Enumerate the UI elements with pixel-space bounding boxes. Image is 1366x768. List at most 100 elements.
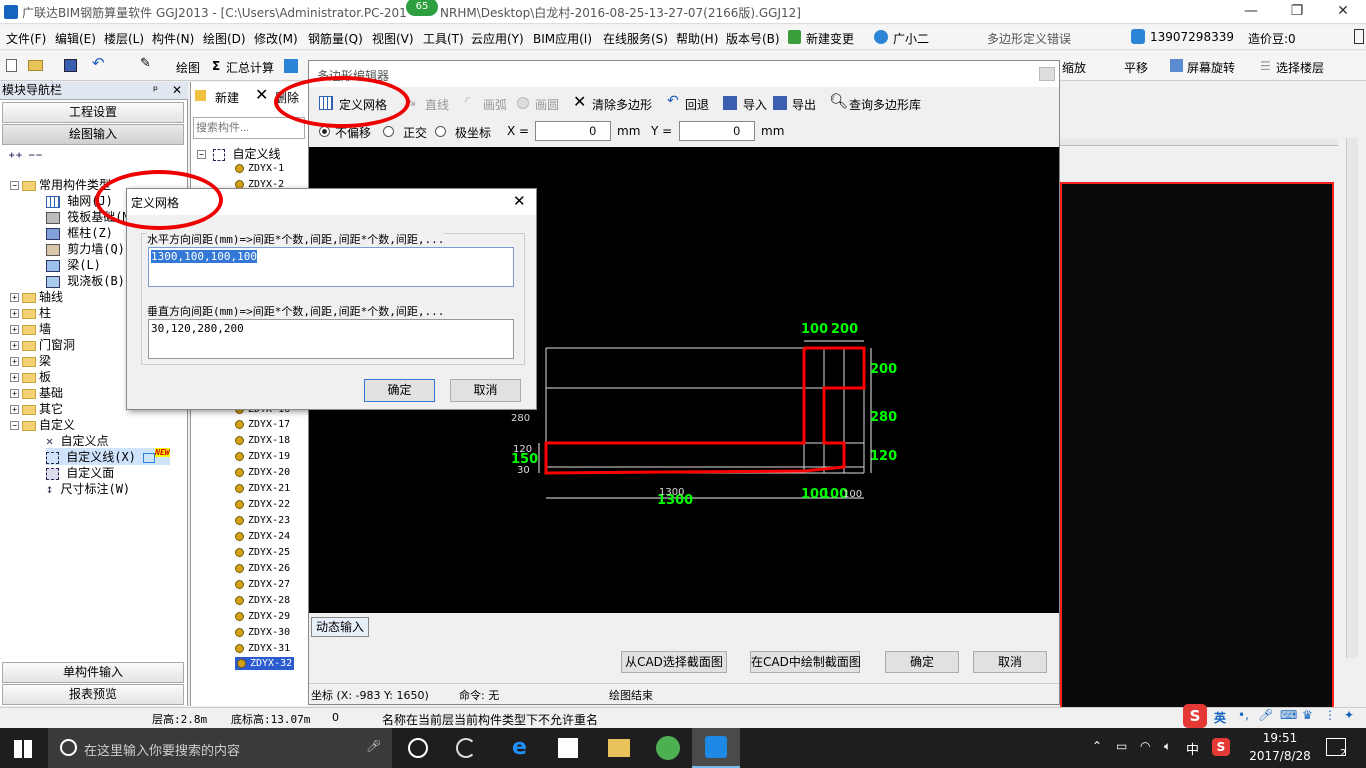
browser-360-icon[interactable] bbox=[656, 736, 680, 760]
pan-button[interactable]: 平移 bbox=[1124, 59, 1148, 76]
sogou-ime-icon[interactable]: S bbox=[1183, 704, 1207, 728]
task-view-icon[interactable] bbox=[408, 738, 428, 758]
minimize-button[interactable]: — bbox=[1228, 0, 1274, 24]
list-item[interactable]: ZDYX-19 bbox=[235, 451, 290, 462]
menu-view[interactable]: 视图(V) bbox=[372, 30, 414, 47]
list-item[interactable]: ZDYX-27 bbox=[235, 579, 290, 590]
cad-select-button[interactable]: 从CAD选择截面图 bbox=[621, 651, 727, 673]
price-beans[interactable]: 造价豆:0 bbox=[1248, 30, 1296, 47]
collapse-toggle-icon[interactable]: − bbox=[197, 150, 206, 159]
list-item[interactable]: ZDYX-25 bbox=[235, 547, 290, 558]
component-search-input[interactable] bbox=[193, 117, 305, 139]
tree-folder-axis[interactable]: + 轴线 bbox=[10, 288, 63, 305]
ime-toolbox-icon[interactable]: ⋮ bbox=[1324, 708, 1336, 722]
dialog-ok-button[interactable]: 确定 bbox=[364, 379, 435, 402]
store-icon[interactable] bbox=[558, 738, 578, 758]
new-component-button[interactable]: 新建 bbox=[215, 89, 239, 106]
ime-settings-icon[interactable]: ✦ bbox=[1344, 708, 1354, 722]
taskbar-search-box[interactable]: 在这里输入你要搜索的内容 🎤︎ bbox=[48, 728, 392, 768]
draw-button[interactable]: 绘图 bbox=[176, 59, 200, 76]
expand-toggle-icon[interactable]: + bbox=[10, 293, 19, 302]
tree-folder-custom[interactable]: − 自定义 bbox=[10, 416, 75, 433]
expand-all-icon[interactable]: ⁺⁺ bbox=[8, 150, 23, 166]
new-file-icon[interactable] bbox=[6, 59, 17, 72]
restore-button[interactable]: ❐ bbox=[1274, 0, 1320, 24]
main-drawing-canvas[interactable] bbox=[1060, 182, 1334, 718]
tree-item-column[interactable]: 框柱(Z) bbox=[46, 224, 113, 241]
expand-toggle-icon[interactable]: + bbox=[10, 309, 19, 318]
clear-polygon-button[interactable]: 清除多边形 bbox=[592, 96, 652, 113]
sum-button[interactable]: 汇总计算 bbox=[226, 59, 274, 76]
expand-toggle-icon[interactable]: + bbox=[10, 373, 19, 382]
tree-item-slab[interactable]: 现浇板(B) bbox=[46, 272, 125, 289]
expand-toggle-icon[interactable]: + bbox=[10, 389, 19, 398]
ggj-taskbar-button[interactable] bbox=[692, 728, 740, 768]
tree-folder-column[interactable]: + 柱 bbox=[10, 304, 51, 321]
view-icon[interactable] bbox=[284, 59, 298, 73]
collapse-toggle-icon[interactable]: − bbox=[10, 421, 19, 430]
draw-input-button[interactable]: 绘图输入 bbox=[2, 124, 184, 145]
tree-folder-other[interactable]: + 其它 bbox=[10, 400, 63, 417]
tree-common[interactable]: − 常用构件类型 bbox=[10, 176, 111, 193]
x-input[interactable] bbox=[535, 121, 611, 141]
project-settings-button[interactable]: 工程设置 bbox=[2, 102, 184, 123]
radio-polar[interactable] bbox=[435, 126, 446, 137]
expand-toggle-icon[interactable]: + bbox=[10, 341, 19, 350]
menu-version[interactable]: 版本号(B) bbox=[726, 30, 780, 47]
undo-button[interactable]: 回退 bbox=[685, 96, 709, 113]
expand-toggle-icon[interactable]: + bbox=[10, 357, 19, 366]
vertical-spacing-field[interactable]: 30,120,280,200 bbox=[148, 319, 514, 359]
polyed-cancel-button[interactable]: 取消 bbox=[973, 651, 1047, 673]
dialog-cancel-button[interactable]: 取消 bbox=[450, 379, 521, 402]
polyed-ok-button[interactable]: 确定 bbox=[885, 651, 959, 673]
ime-mode[interactable]: 英 bbox=[1214, 709, 1226, 726]
y-input[interactable] bbox=[679, 121, 755, 141]
import-button[interactable]: 导入 bbox=[743, 96, 767, 113]
menu-bim[interactable]: BIM应用(I) bbox=[533, 30, 592, 47]
ime-keyboard-icon[interactable]: ⌨ bbox=[1280, 708, 1297, 722]
report-preview-button[interactable]: 报表预览 bbox=[2, 684, 184, 705]
menu-tools[interactable]: 工具(T) bbox=[423, 30, 464, 47]
custom-line-root[interactable]: − 自定义线 bbox=[197, 145, 280, 162]
list-item[interactable]: ZDYX-23 bbox=[235, 515, 290, 526]
app-spiral-icon[interactable] bbox=[456, 738, 476, 758]
list-item[interactable]: ZDYX-18 bbox=[235, 435, 290, 446]
menu-help[interactable]: 帮助(H) bbox=[676, 30, 718, 47]
select-floor-button[interactable]: 选择楼层 bbox=[1276, 59, 1324, 76]
menu-online[interactable]: 在线服务(S) bbox=[603, 30, 668, 47]
polyed-close-button[interactable] bbox=[1039, 67, 1055, 81]
list-item[interactable]: ZDYX-20 bbox=[235, 467, 290, 478]
list-item[interactable]: ZDYX-24 bbox=[235, 531, 290, 542]
tree-item-beam[interactable]: 梁(L) bbox=[46, 256, 101, 273]
dialog-close-icon[interactable]: ✕ bbox=[513, 192, 526, 210]
list-item[interactable]: ZDYX-1 bbox=[235, 163, 284, 174]
list-item[interactable]: ZDYX-17 bbox=[235, 419, 290, 430]
radio-no-offset[interactable] bbox=[319, 126, 330, 137]
input-lang[interactable]: 中 bbox=[1186, 739, 1199, 758]
phone-number[interactable]: 13907298339 bbox=[1150, 30, 1234, 44]
collapse-all-icon[interactable]: ⁻⁻ bbox=[28, 150, 43, 166]
tray-chevron-icon[interactable]: ⌃ bbox=[1092, 739, 1102, 753]
list-item[interactable]: ZDYX-22 bbox=[235, 499, 290, 510]
menu-file[interactable]: 文件(F) bbox=[6, 30, 46, 47]
edge-icon[interactable]: e bbox=[512, 735, 527, 760]
list-item[interactable]: ZDYX-30 bbox=[235, 627, 290, 638]
nav-close-icon[interactable]: ✕ bbox=[172, 82, 182, 99]
undo-icon[interactable]: ↶ bbox=[92, 54, 105, 72]
phone-icon[interactable] bbox=[1354, 29, 1364, 44]
radio-ortho[interactable] bbox=[383, 126, 394, 137]
clock-time[interactable]: 19:51 bbox=[1250, 731, 1310, 745]
list-item-selected[interactable]: ZDYX-32 bbox=[235, 657, 295, 670]
save-icon[interactable] bbox=[64, 59, 77, 72]
menu-edit[interactable]: 编辑(E) bbox=[55, 30, 96, 47]
clock-date[interactable]: 2017/8/28 bbox=[1246, 749, 1314, 763]
tree-folder-foundation[interactable]: + 基础 bbox=[10, 384, 63, 401]
open-folder-icon[interactable] bbox=[28, 60, 43, 71]
ime-punct-icon[interactable]: •, bbox=[1238, 708, 1249, 722]
volume-icon[interactable]: 🔈︎ bbox=[1164, 739, 1171, 754]
draw-icon[interactable]: ✎ bbox=[140, 56, 151, 71]
horizontal-spacing-field[interactable]: 1300,100,100,100 bbox=[148, 247, 514, 287]
tree-item-custom-face[interactable]: 自定义面 bbox=[46, 464, 114, 481]
vertical-scrollbar[interactable] bbox=[1346, 138, 1358, 658]
tray-network-icon[interactable]: ▭ bbox=[1116, 739, 1127, 753]
